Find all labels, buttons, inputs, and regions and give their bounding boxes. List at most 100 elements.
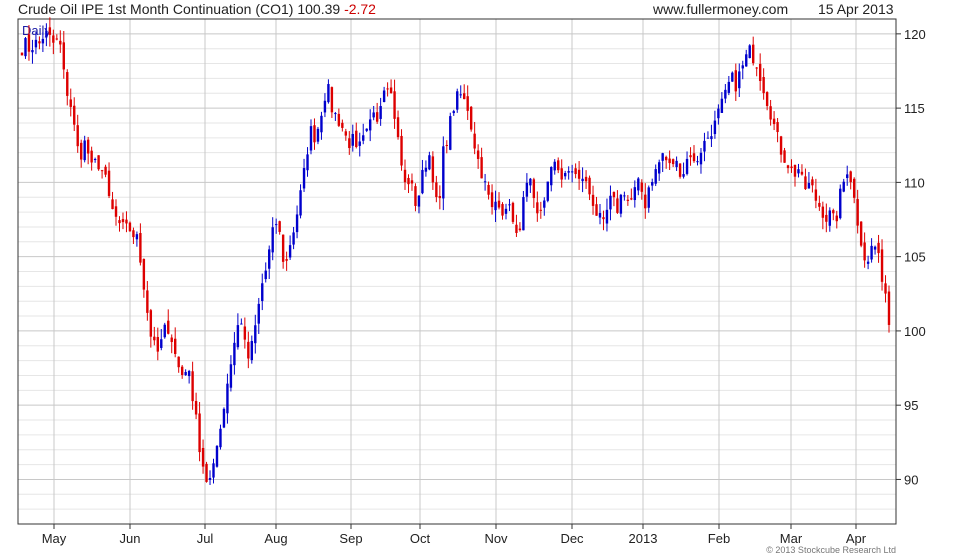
candle-body xyxy=(814,189,818,201)
candle-body xyxy=(278,221,281,232)
candle-body xyxy=(839,188,842,219)
candle-body xyxy=(132,230,135,238)
candle-body xyxy=(431,156,435,183)
x-tick-label: Dec xyxy=(560,531,584,546)
candle-body xyxy=(515,224,518,233)
y-tick-label: 95 xyxy=(904,398,918,413)
candle-body xyxy=(27,34,31,52)
candle-body xyxy=(483,181,487,183)
candle-body xyxy=(125,219,128,224)
candle-body xyxy=(469,106,473,130)
candle-body xyxy=(452,111,455,114)
candle-body xyxy=(664,156,668,161)
candle-body xyxy=(34,39,38,48)
candle-body xyxy=(309,126,313,151)
candle-body xyxy=(797,169,800,174)
x-tick-label: Jun xyxy=(120,531,141,546)
candle-body xyxy=(790,166,793,169)
candle-body xyxy=(449,116,452,150)
candle-body xyxy=(149,310,153,337)
x-tick-label: Oct xyxy=(410,531,431,546)
x-tick-label: Apr xyxy=(846,531,867,546)
candle-body xyxy=(692,153,696,162)
candle-body xyxy=(90,150,93,163)
candle-body xyxy=(859,221,863,246)
candle-body xyxy=(167,320,170,334)
candle-body xyxy=(271,227,274,253)
candle-body xyxy=(713,120,717,135)
candle-body xyxy=(821,206,825,218)
x-tick-label: Sep xyxy=(339,531,362,546)
candle-body xyxy=(685,158,689,174)
candle-body xyxy=(73,105,76,125)
candle-body xyxy=(880,249,884,282)
candle-body xyxy=(536,202,539,214)
candle-body xyxy=(734,70,737,92)
candle-body xyxy=(532,179,536,199)
candle-body xyxy=(675,160,678,168)
candle-body xyxy=(752,44,755,64)
candle-body xyxy=(410,180,414,184)
candle-body xyxy=(637,178,640,191)
candle-body xyxy=(118,220,121,224)
candle-body xyxy=(678,163,682,177)
candle-body xyxy=(306,154,309,171)
candle-body xyxy=(355,130,358,147)
candle-body xyxy=(825,214,828,222)
candle-body xyxy=(180,366,184,375)
candle-body xyxy=(574,168,577,175)
candle-body xyxy=(584,176,588,182)
candle-body xyxy=(463,93,466,100)
candle-body xyxy=(93,158,97,160)
candle-body xyxy=(445,144,448,146)
candle-body xyxy=(863,242,866,261)
candle-body xyxy=(160,339,163,348)
candle-body xyxy=(128,222,132,232)
candle-body xyxy=(320,115,323,133)
candle-body xyxy=(174,338,177,354)
candle-body xyxy=(407,177,410,185)
candle-body xyxy=(473,133,476,149)
candle-body xyxy=(337,113,341,126)
candle-body xyxy=(351,133,354,146)
candle-body xyxy=(100,170,104,172)
candle-body xyxy=(626,199,630,201)
candle-body xyxy=(191,371,194,402)
candle-body xyxy=(661,153,664,161)
candle-body xyxy=(414,186,417,206)
candle-body xyxy=(769,106,772,120)
candle-body xyxy=(292,232,295,245)
candle-body xyxy=(69,99,72,107)
candle-body xyxy=(302,168,306,189)
candle-body xyxy=(877,242,880,254)
candle-body xyxy=(884,283,887,294)
candle-body xyxy=(177,356,180,368)
candle-body xyxy=(630,198,633,200)
candle-body xyxy=(588,177,591,195)
candle-body xyxy=(543,200,546,208)
candle-body xyxy=(595,204,598,216)
candle-body xyxy=(421,169,424,194)
candle-body xyxy=(428,155,431,170)
candle-body xyxy=(240,323,243,325)
candle-body xyxy=(362,135,365,141)
x-tick-label: Aug xyxy=(264,531,287,546)
candle-body xyxy=(222,408,226,428)
candle-body xyxy=(731,72,734,82)
candle-body xyxy=(208,477,212,480)
candle-body xyxy=(365,128,368,131)
candle-body xyxy=(386,88,389,90)
candle-body xyxy=(201,447,205,467)
candle-body xyxy=(184,371,187,376)
candle-body xyxy=(755,67,758,69)
candle-body xyxy=(689,155,692,158)
candle-body xyxy=(288,245,292,258)
candle-body xyxy=(511,202,515,222)
candle-body xyxy=(198,413,201,453)
candle-body xyxy=(487,184,490,195)
candle-body xyxy=(598,213,602,218)
candle-body xyxy=(268,249,271,269)
x-tick-label: Mar xyxy=(780,531,803,546)
candle-body xyxy=(762,77,765,94)
candle-body xyxy=(494,201,497,211)
